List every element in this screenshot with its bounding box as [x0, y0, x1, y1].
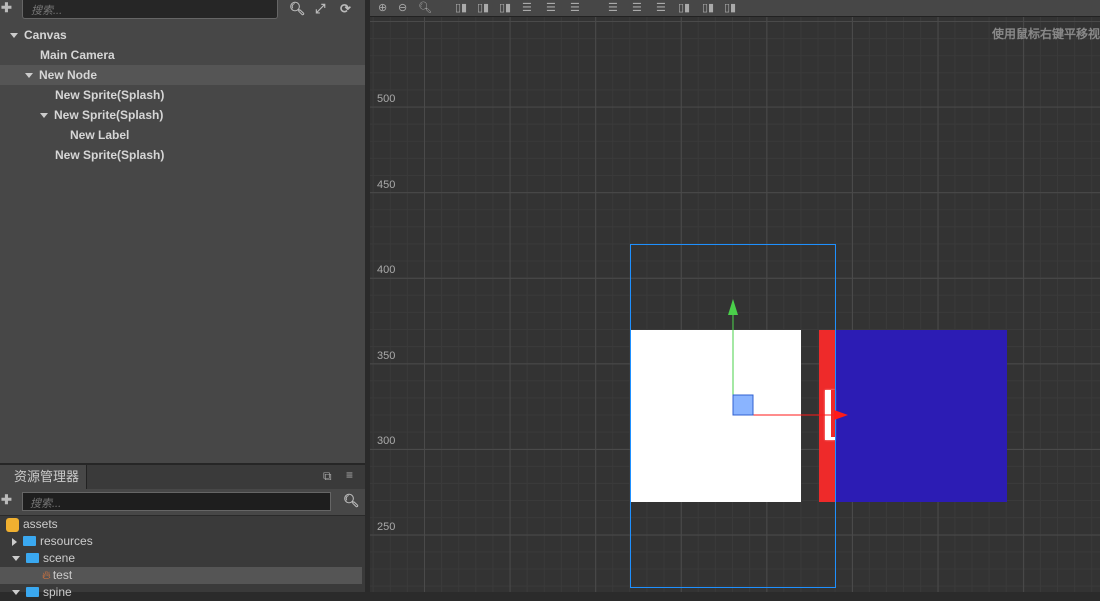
hierarchy-search-input[interactable]: 搜索... [22, 0, 278, 19]
tree-item-sprite[interactable]: New Sprite(Splash) [0, 105, 365, 125]
tab-label: 资源管理器 [14, 469, 80, 484]
assets-panel: 资源管理器 ⧉ ≡ ✚ 搜索... 🔍︎ assets resources sc… [0, 463, 365, 599]
tree-item-new-node[interactable]: New Node [0, 65, 365, 85]
transform-gizmo[interactable] [370, 0, 1100, 592]
tree-item-sprite[interactable]: New Sprite(Splash) [0, 145, 365, 165]
asset-label: scene [43, 551, 76, 565]
expand-arrow-icon[interactable] [12, 590, 20, 596]
tree-label: New Sprite(Splash) [55, 88, 165, 102]
tree-item-sprite[interactable]: New Sprite(Splash) [0, 85, 365, 105]
asset-item-resources[interactable]: resources [0, 533, 362, 550]
asset-item-assets[interactable]: assets [0, 516, 362, 533]
database-icon [6, 517, 19, 532]
asset-item-spine[interactable]: spine [0, 584, 362, 601]
add-icon[interactable]: ✚ [1, 0, 12, 16]
tree-item-new-label[interactable]: New Label [0, 125, 365, 145]
expand-arrow-icon[interactable] [40, 113, 48, 119]
expand-arrow-icon[interactable] [10, 33, 18, 39]
tree-label: Main Camera [40, 48, 115, 62]
popout-icon[interactable]: ⧉ [323, 469, 332, 484]
folder-icon [26, 552, 39, 563]
asset-item-scene[interactable]: scene [0, 550, 362, 567]
asset-label: test [52, 568, 73, 582]
add-icon[interactable]: ✚ [1, 492, 12, 508]
search-icon[interactable]: 🔍︎ [289, 1, 306, 17]
asset-label: resources [40, 534, 93, 548]
left-panel: ✚ 搜索... 🔍︎ ⤢ ⟳ Canvas Main Camera New No… [0, 0, 365, 599]
asset-label: spine [43, 585, 72, 599]
tree-item-canvas[interactable]: Canvas [0, 25, 365, 45]
asset-item-test[interactable]: 🔥︎ test [0, 567, 362, 584]
expand-icon[interactable]: ⤢ [315, 1, 325, 17]
tree-label: New Node [39, 68, 98, 82]
scene-view[interactable]: ⊕ ⊖ 🔍︎ ▯▮ ▯▮ ▯▮ ☰ ☰ ☰ ☰ ☰ ☰ ▯▮ ▯▮ ▯▮ 使用鼠… [370, 0, 1100, 592]
collapse-arrow-icon[interactable] [12, 537, 17, 546]
tree-item-main-camera[interactable]: Main Camera [0, 45, 365, 65]
menu-icon[interactable]: ≡ [346, 468, 353, 482]
expand-arrow-icon[interactable] [12, 556, 20, 562]
tab-assets[interactable]: 资源管理器 [0, 465, 87, 489]
y-arrow-icon [728, 299, 738, 315]
assets-search-input[interactable]: 搜索... [22, 492, 331, 511]
search-icon[interactable]: 🔍︎ [343, 493, 360, 509]
xy-move-handle [732, 394, 754, 416]
refresh-icon[interactable]: ⟳ [340, 1, 351, 17]
tree-label: New Sprite(Splash) [54, 108, 164, 122]
tree-label: New Sprite(Splash) [55, 148, 165, 162]
expand-arrow-icon[interactable] [25, 73, 33, 79]
assets-toolbar: ✚ 搜索... 🔍︎ [0, 489, 365, 516]
scene-flame-icon: 🔥︎ [42, 568, 51, 582]
tree-label: Canvas [24, 28, 67, 42]
x-arrow-icon [834, 410, 848, 420]
tree-label: New Label [70, 128, 130, 142]
hierarchy-panel: ✚ 搜索... 🔍︎ ⤢ ⟳ Canvas Main Camera New No… [0, 0, 365, 461]
folder-icon [23, 535, 36, 546]
asset-label: assets [23, 517, 58, 531]
